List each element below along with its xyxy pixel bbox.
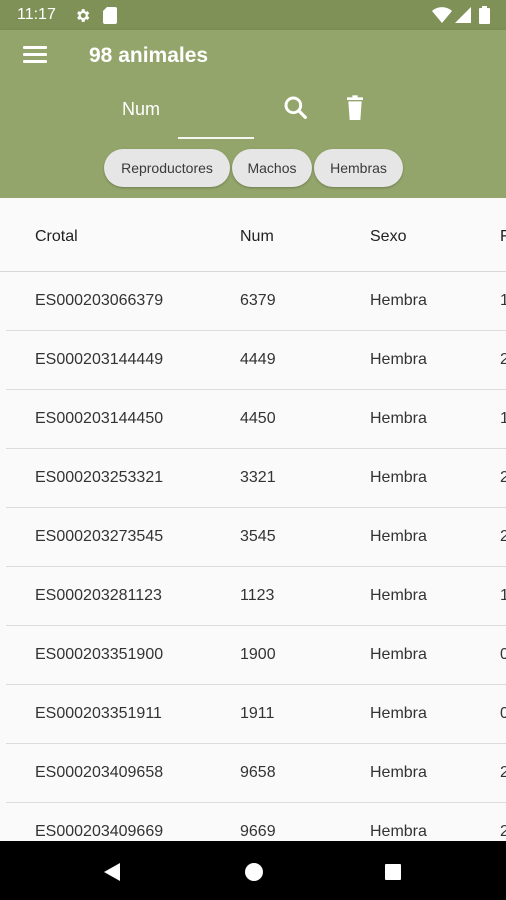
page-title: 98 animales — [89, 44, 209, 67]
column-header-sexo[interactable]: Sexo — [370, 228, 406, 246]
cell-num: 9669 — [240, 823, 276, 840]
filter-chip-machos[interactable]: Machos — [232, 149, 312, 187]
cell-sexo: Hembra — [370, 292, 427, 309]
cell-crotal: ES000203066379 — [35, 292, 164, 309]
cell-num: 1900 — [240, 646, 276, 663]
table-row[interactable]: ES000203144449 4449 Hembra 2 — [6, 331, 506, 390]
filter-chip-reproductores[interactable]: Reproductores — [104, 149, 230, 187]
cell-f: 1 — [500, 587, 506, 604]
column-header-crotal[interactable]: Crotal — [35, 228, 78, 246]
column-header-num[interactable]: Num — [240, 228, 274, 246]
animals-table: Crotal Num Sexo F ES000203066379 6379 Hemb… — [0, 198, 506, 841]
filter-chip-hembras[interactable]: Hembras — [314, 149, 403, 187]
cell-sexo: Hembra — [370, 764, 427, 781]
table-row[interactable]: ES000203409658 9658 Hembra 2 — [6, 744, 506, 803]
search-button[interactable] — [280, 92, 312, 124]
status-time: 11:17 — [17, 6, 56, 23]
column-header-f[interactable]: F — [500, 228, 506, 246]
table-header: Crotal Num Sexo F — [0, 198, 506, 272]
cell-crotal: ES000203273545 — [35, 528, 164, 545]
cell-num: 1911 — [240, 705, 275, 722]
cell-f: 2 — [500, 528, 506, 545]
cell-crotal: ES000203409658 — [35, 764, 164, 781]
status-bar: 11:17 — [0, 0, 506, 30]
cell-f: 1 — [500, 292, 506, 309]
cell-sexo: Hembra — [370, 469, 427, 486]
cell-f: 2 — [500, 823, 506, 840]
table-row[interactable]: ES000203273545 3545 Hembra 2 — [6, 508, 506, 567]
delete-button[interactable] — [339, 92, 371, 124]
home-icon[interactable] — [244, 862, 264, 882]
cell-f: 0 — [500, 705, 506, 722]
cell-num: 4450 — [240, 410, 276, 427]
cell-num: 6379 — [240, 292, 276, 309]
battery-icon — [479, 6, 490, 24]
cell-f: 2 — [500, 469, 506, 486]
signal-icon — [455, 7, 471, 23]
cell-crotal: ES000203281123 — [35, 587, 162, 604]
app-bar: 98 animales Num Reproductores Machos Hem… — [0, 30, 506, 198]
cell-sexo: Hembra — [370, 823, 427, 840]
table-row[interactable]: ES000203409669 9669 Hembra 2 — [6, 803, 506, 841]
cell-sexo: Hembra — [370, 351, 427, 368]
cell-crotal: ES000203351900 — [35, 646, 164, 663]
table-row[interactable]: ES000203351911 1911 Hembra 0 — [6, 685, 506, 744]
trash-icon — [347, 95, 363, 120]
recents-icon[interactable] — [384, 863, 402, 881]
back-icon[interactable] — [102, 862, 122, 882]
cell-f: 2 — [500, 351, 506, 368]
cell-crotal: ES000203351911 — [35, 705, 162, 722]
table-row[interactable]: ES000203253321 3321 Hembra 2 — [6, 449, 506, 508]
cell-sexo: Hembra — [370, 410, 427, 427]
cell-crotal: ES000203253321 — [35, 469, 164, 486]
menu-icon[interactable] — [22, 44, 48, 66]
cell-sexo: Hembra — [370, 705, 427, 722]
cell-sexo: Hembra — [370, 587, 427, 604]
cell-num: 4449 — [240, 351, 276, 368]
cell-num: 9658 — [240, 764, 276, 781]
sd-card-icon — [103, 7, 117, 24]
cell-sexo: Hembra — [370, 646, 427, 663]
search-input-underline — [178, 137, 254, 139]
cell-f: 2 — [500, 764, 506, 781]
table-row[interactable]: ES000203281123 1123 Hembra 1 — [6, 567, 506, 626]
cell-f: 0 — [500, 646, 506, 663]
cell-num: 1123 — [240, 587, 275, 604]
cell-f: 1 — [500, 410, 506, 427]
gear-icon — [77, 9, 90, 22]
search-icon — [284, 96, 307, 119]
cell-sexo: Hembra — [370, 528, 427, 545]
table-row[interactable]: ES000203144450 4450 Hembra 1 — [6, 390, 506, 449]
cell-num: 3321 — [240, 469, 276, 486]
table-row[interactable]: ES000203066379 6379 Hembra 1 — [6, 272, 506, 331]
table-row[interactable]: ES000203351900 1900 Hembra 0 — [6, 626, 506, 685]
cell-crotal: ES000203409669 — [35, 823, 164, 840]
cell-crotal: ES000203144449 — [35, 351, 164, 368]
navigation-bar — [0, 841, 506, 900]
cell-num: 3545 — [240, 528, 276, 545]
search-input[interactable]: Num — [122, 99, 160, 120]
wifi-icon — [432, 7, 452, 23]
cell-crotal: ES000203144450 — [35, 410, 164, 427]
